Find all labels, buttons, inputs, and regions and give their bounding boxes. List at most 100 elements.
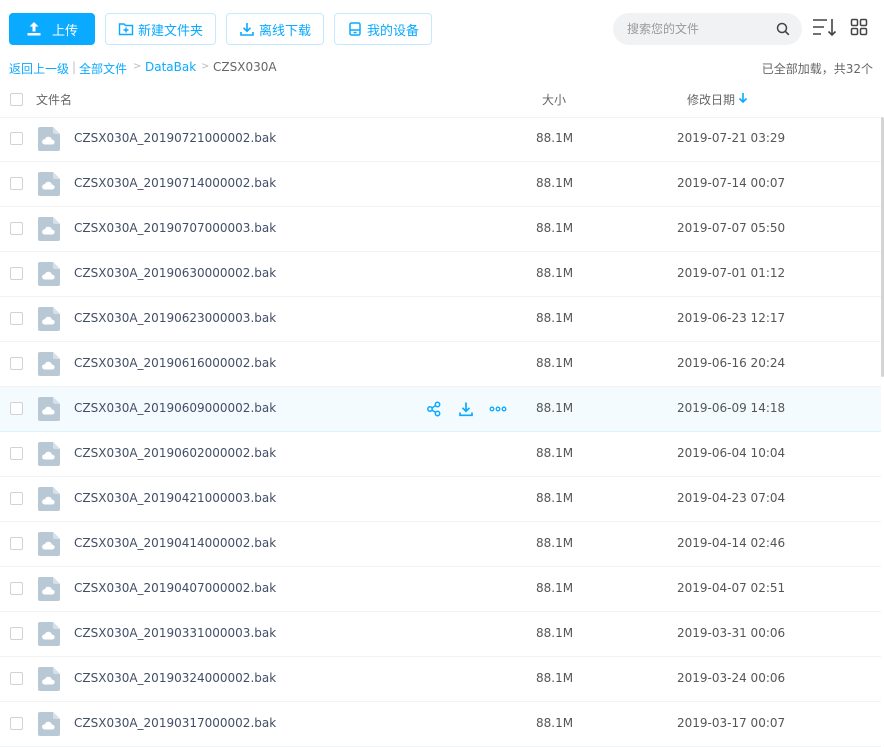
file-name[interactable]: CZSX030A_20190317000002.bak xyxy=(74,716,276,730)
upload-label: 上传 xyxy=(51,23,78,39)
offline-download-label: 离线下载 xyxy=(258,23,311,39)
file-size: 88.1M xyxy=(536,131,574,145)
file-row[interactable]: CZSX030A_20190421000003.bak 88.1M 2019-0… xyxy=(0,477,881,522)
file-name[interactable]: CZSX030A_20190630000002.bak xyxy=(74,266,276,280)
breadcrumb: 返回上一级 | 全部文件 > DataBak > CZSX030A 已全部加载，… xyxy=(0,58,884,78)
row-checkbox[interactable] xyxy=(10,132,23,145)
row-checkbox[interactable] xyxy=(10,177,23,190)
file-size: 88.1M xyxy=(536,221,574,235)
file-size: 88.1M xyxy=(536,581,574,595)
row-checkbox[interactable] xyxy=(10,402,23,415)
breadcrumb-arrow: > xyxy=(201,61,210,72)
file-row[interactable]: CZSX030A_20190623000003.bak 88.1M 2019-0… xyxy=(0,297,881,342)
grid-view-icon[interactable] xyxy=(850,18,868,36)
file-modified-date: 2019-06-04 10:04 xyxy=(677,446,786,460)
column-header-name[interactable]: 文件名 xyxy=(36,91,72,108)
file-size: 88.1M xyxy=(536,446,574,460)
file-name[interactable]: CZSX030A_20190421000003.bak xyxy=(74,491,276,505)
cloud-file-icon xyxy=(38,127,60,151)
column-header-size[interactable]: 大小 xyxy=(542,91,566,108)
file-size: 88.1M xyxy=(536,671,574,685)
file-modified-date: 2019-03-24 00:06 xyxy=(677,671,786,685)
file-row[interactable]: CZSX030A_20190414000002.bak 88.1M 2019-0… xyxy=(0,522,881,567)
file-size: 88.1M xyxy=(536,176,574,190)
row-checkbox[interactable] xyxy=(10,492,23,505)
file-modified-date: 2019-04-07 02:51 xyxy=(677,581,786,595)
breadcrumb-back-link[interactable]: 返回上一级 xyxy=(9,60,69,77)
breadcrumb-all-files-link[interactable]: 全部文件 xyxy=(79,60,127,77)
file-modified-date: 2019-07-21 03:29 xyxy=(677,131,786,145)
file-modified-date: 2019-07-07 05:50 xyxy=(677,221,786,235)
file-name[interactable]: CZSX030A_20190714000002.bak xyxy=(74,176,276,190)
file-row[interactable]: CZSX030A_20190630000002.bak 88.1M 2019-0… xyxy=(0,252,881,297)
new-folder-button[interactable]: 新建文件夹 xyxy=(105,13,216,45)
more-icon[interactable] xyxy=(489,401,507,417)
file-row[interactable]: CZSX030A_20190602000002.bak 88.1M 2019-0… xyxy=(0,432,881,477)
row-checkbox[interactable] xyxy=(10,447,23,460)
column-header-modified[interactable]: 修改日期 xyxy=(687,91,735,108)
offline-download-button[interactable]: 离线下载 xyxy=(226,13,324,45)
file-name[interactable]: CZSX030A_20190616000002.bak xyxy=(74,356,276,370)
cloud-file-icon xyxy=(38,712,60,736)
file-size: 88.1M xyxy=(536,311,574,325)
row-checkbox[interactable] xyxy=(10,672,23,685)
select-all-checkbox[interactable] xyxy=(10,93,23,106)
download-icon[interactable] xyxy=(458,401,474,417)
file-size: 88.1M xyxy=(536,626,574,640)
file-name[interactable]: CZSX030A_20190414000002.bak xyxy=(74,536,276,550)
file-modified-date: 2019-03-31 00:06 xyxy=(677,626,786,640)
search-box xyxy=(613,13,802,45)
cloud-file-icon xyxy=(38,667,60,691)
file-row[interactable]: CZSX030A_20190721000002.bak 88.1M 2019-0… xyxy=(0,117,881,162)
search-icon[interactable] xyxy=(776,22,790,36)
cloud-file-icon xyxy=(38,622,60,646)
file-row[interactable]: CZSX030A_20190616000002.bak 88.1M 2019-0… xyxy=(0,342,881,387)
file-modified-date: 2019-06-23 12:17 xyxy=(677,311,786,325)
file-name[interactable]: CZSX030A_20190609000002.bak xyxy=(74,401,276,415)
file-name[interactable]: CZSX030A_20190324000002.bak xyxy=(74,671,276,685)
file-modified-date: 2019-04-14 02:46 xyxy=(677,536,786,550)
file-row[interactable]: CZSX030A_20190324000002.bak 88.1M 2019-0… xyxy=(0,657,881,702)
file-row[interactable]: CZSX030A_20190317000002.bak 88.1M 2019-0… xyxy=(0,702,881,747)
search-input[interactable] xyxy=(627,13,767,45)
row-checkbox[interactable] xyxy=(10,582,23,595)
download-icon xyxy=(240,23,254,36)
sort-descending-icon[interactable] xyxy=(738,92,748,104)
share-icon[interactable] xyxy=(426,401,442,417)
file-size: 88.1M xyxy=(536,491,574,505)
file-name[interactable]: CZSX030A_20190623000003.bak xyxy=(74,311,276,325)
cloud-file-icon xyxy=(38,217,60,241)
file-modified-date: 2019-06-16 20:24 xyxy=(677,356,786,370)
file-name[interactable]: CZSX030A_20190407000002.bak xyxy=(74,581,276,595)
breadcrumb-arrow: > xyxy=(133,61,142,72)
cloud-file-icon xyxy=(38,577,60,601)
file-name[interactable]: CZSX030A_20190331000003.bak xyxy=(74,626,276,640)
row-checkbox[interactable] xyxy=(10,627,23,640)
row-checkbox[interactable] xyxy=(10,717,23,730)
file-name[interactable]: CZSX030A_20190707000003.bak xyxy=(74,221,276,235)
file-size: 88.1M xyxy=(536,356,574,370)
file-row[interactable]: CZSX030A_20190331000003.bak 88.1M 2019-0… xyxy=(0,612,881,657)
cloud-file-icon xyxy=(38,172,60,196)
cloud-file-icon xyxy=(38,352,60,376)
my-devices-button[interactable]: 我的设备 xyxy=(334,13,432,45)
file-modified-date: 2019-03-17 00:07 xyxy=(677,716,786,730)
file-row[interactable]: CZSX030A_20190609000002.bak 88.1M 2019-0… xyxy=(0,387,881,432)
new-folder-icon xyxy=(118,23,134,36)
row-checkbox[interactable] xyxy=(10,312,23,325)
new-folder-label: 新建文件夹 xyxy=(137,23,203,39)
file-row[interactable]: CZSX030A_20190707000003.bak 88.1M 2019-0… xyxy=(0,207,881,252)
row-checkbox[interactable] xyxy=(10,537,23,550)
row-checkbox[interactable] xyxy=(10,222,23,235)
row-checkbox[interactable] xyxy=(10,357,23,370)
file-row[interactable]: CZSX030A_20190714000002.bak 88.1M 2019-0… xyxy=(0,162,881,207)
upload-button[interactable]: 上传 xyxy=(9,13,95,45)
file-row[interactable]: CZSX030A_20190407000002.bak 88.1M 2019-0… xyxy=(0,567,881,612)
file-size: 88.1M xyxy=(536,536,574,550)
row-checkbox[interactable] xyxy=(10,267,23,280)
file-name[interactable]: CZSX030A_20190602000002.bak xyxy=(74,446,276,460)
sort-icon[interactable] xyxy=(812,18,838,38)
file-name[interactable]: CZSX030A_20190721000002.bak xyxy=(74,131,276,145)
breadcrumb-folder-link[interactable]: DataBak xyxy=(145,60,196,74)
file-list-header: 文件名 大小 修改日期 xyxy=(0,82,881,118)
